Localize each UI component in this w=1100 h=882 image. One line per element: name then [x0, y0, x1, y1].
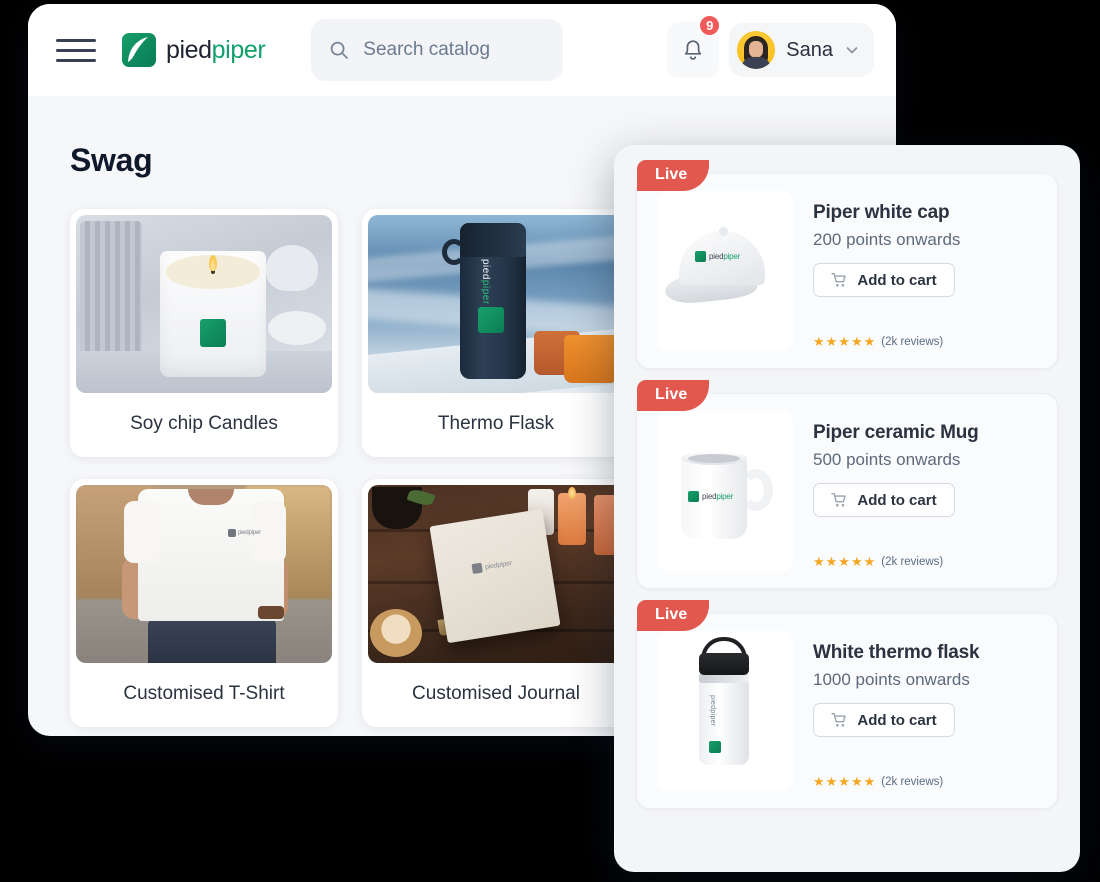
search-placeholder: Search catalog: [363, 39, 491, 60]
search-icon: [330, 41, 349, 59]
add-to-cart-label: Add to cart: [857, 271, 937, 289]
shopping-cart-icon: [831, 713, 847, 727]
product-info: Piper ceramic Mug 500 points onwards Add…: [813, 412, 1039, 570]
swag-card-label: Soy chip Candles: [130, 413, 278, 434]
product-card[interactable]: Live piedpiper White thermo flask 1000 p…: [636, 600, 1058, 809]
swag-card-label: Customised Journal: [412, 683, 580, 704]
flask-logo-text: piedpiper: [709, 695, 716, 727]
swag-image-tshirt: piedpiper: [76, 485, 332, 663]
brand-logo[interactable]: piedpiper: [122, 33, 266, 67]
swag-card-candles[interactable]: Soy chip Candles: [70, 209, 338, 457]
product-rating: ★★★★★ (2k reviews): [813, 774, 1039, 790]
product-name: Piper ceramic Mug: [813, 422, 979, 443]
product-points: 500 points onwards: [813, 450, 961, 469]
swag-card-tshirt[interactable]: piedpiper Customised T-Shirt: [70, 479, 338, 727]
product-thumbnail-mug: piedpiper: [657, 411, 793, 571]
swag-card-thermo-flask[interactable]: piedpiper Thermo Flask: [362, 209, 630, 457]
star-rating-icon: ★★★★★: [813, 774, 877, 789]
swag-image-thermo-flask: piedpiper: [368, 215, 624, 393]
product-logo-icon: piedpiper: [695, 251, 740, 262]
swag-card-journal[interactable]: piedpiper Customised Journal: [362, 479, 630, 727]
product-rating: ★★★★★ (2k reviews): [813, 554, 1039, 570]
user-name-label: Sana: [786, 38, 833, 61]
brand-name: piedpiper: [166, 35, 266, 65]
product-card[interactable]: Live piedpiper Piper white cap 200 point…: [636, 160, 1058, 369]
swag-card-label: Thermo Flask: [437, 413, 555, 434]
add-to-cart-button[interactable]: Add to cart: [813, 263, 955, 297]
star-rating-icon: ★★★★★: [813, 334, 877, 349]
user-menu[interactable]: Sana: [729, 23, 874, 77]
product-info: White thermo flask 1000 points onwards A…: [813, 632, 1039, 790]
search-input[interactable]: Search catalog: [311, 19, 564, 81]
add-to-cart-button[interactable]: Add to cart: [813, 483, 955, 517]
brand-name-first: pied: [166, 35, 212, 64]
hamburger-menu-icon[interactable]: [56, 35, 96, 65]
product-name: White thermo flask: [813, 642, 980, 663]
top-navigation-bar: piedpiper Search catalog 9 Sana: [28, 4, 896, 96]
product-logo-icon: [200, 319, 226, 347]
product-list-panel: Live piedpiper Piper white cap 200 point…: [614, 145, 1080, 872]
chevron-down-icon: [846, 47, 858, 54]
add-to-cart-button[interactable]: Add to cart: [813, 703, 955, 737]
swag-image-candles: [76, 215, 332, 393]
swag-image-journal: piedpiper: [368, 485, 624, 663]
brand-name-second: piper: [211, 35, 266, 64]
review-count[interactable]: (2k reviews): [881, 556, 943, 568]
bell-icon: [685, 39, 702, 60]
product-logo-icon: piedpiper: [688, 491, 733, 502]
shopping-cart-icon: [831, 273, 847, 287]
shopping-cart-icon: [831, 493, 847, 507]
product-logo-icon: [478, 307, 504, 333]
product-points: 1000 points onwards: [813, 670, 970, 689]
review-count[interactable]: (2k reviews): [881, 776, 943, 788]
product-logo-icon: piedpiper: [228, 529, 261, 537]
piedpiper-leaf-logo-icon: [122, 33, 156, 67]
product-rating: ★★★★★ (2k reviews): [813, 334, 1039, 350]
product-name: Piper white cap: [813, 202, 950, 223]
product-card[interactable]: Live piedpiper Piper ceramic Mug 500 poi…: [636, 380, 1058, 589]
add-to-cart-label: Add to cart: [857, 711, 937, 729]
product-logo-icon: [709, 741, 721, 753]
screenshot-stage: piedpiper Search catalog 9 Sana Swag Soy…: [0, 0, 1100, 882]
add-to-cart-label: Add to cart: [857, 491, 937, 509]
star-rating-icon: ★★★★★: [813, 554, 877, 569]
status-badge: Live: [637, 160, 710, 191]
flask-logo-text: piedpiper: [480, 259, 491, 305]
product-info: Piper white cap 200 points onwards Add t…: [813, 192, 1039, 350]
product-thumbnail-flask: piedpiper: [657, 631, 793, 791]
status-badge: Live: [637, 600, 710, 631]
product-points: 200 points onwards: [813, 230, 961, 249]
notifications-button[interactable]: 9: [667, 14, 722, 78]
product-thumbnail-cap: piedpiper: [657, 191, 793, 351]
user-avatar: [737, 31, 776, 69]
notification-count-badge: 9: [698, 14, 722, 37]
status-badge: Live: [637, 380, 710, 411]
swag-card-label: Customised T-Shirt: [123, 683, 285, 704]
review-count[interactable]: (2k reviews): [881, 336, 943, 348]
